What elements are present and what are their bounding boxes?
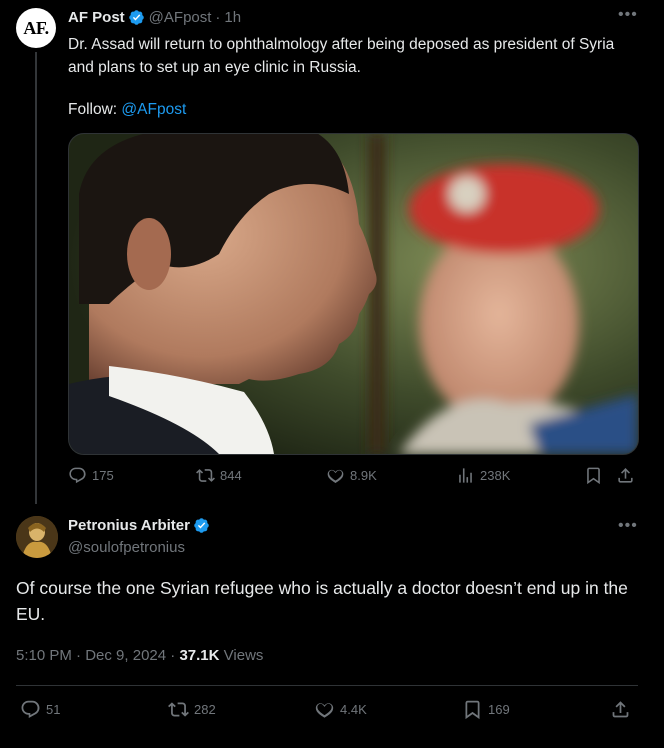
tweet-photo[interactable] [68, 133, 639, 455]
share-button[interactable] [610, 699, 636, 720]
author-handle[interactable]: @soulofpetronius [68, 539, 185, 556]
bookmark-button[interactable]: 169 [462, 699, 510, 720]
views-icon [459, 468, 472, 483]
tweet-meta: 5:10 PM · Dec 9, 2024 · 37.1K Views [16, 647, 263, 664]
photo-illustration [69, 134, 638, 454]
bookmark-button[interactable] [584, 466, 608, 485]
more-icon[interactable]: ••• [618, 517, 638, 535]
share-button[interactable] [616, 466, 640, 485]
avatar[interactable] [16, 516, 58, 558]
avatar-illustration [16, 516, 58, 558]
views-count: 37.1K [179, 647, 220, 664]
bookmark-count: 169 [488, 702, 510, 717]
views-count: 238K [480, 468, 511, 483]
tweet-header: Petronius Arbiter [68, 517, 214, 534]
author-handle[interactable]: @AFpost [149, 9, 212, 26]
bookmark-icon [587, 467, 600, 485]
like-button[interactable]: 4.4K [314, 699, 367, 720]
repost-button[interactable]: 844 [196, 466, 242, 485]
repost-button[interactable]: 282 [168, 699, 216, 720]
like-count: 8.9K [350, 468, 377, 483]
follow-link[interactable]: @AFpost [121, 101, 186, 118]
separator-dot: · [76, 647, 82, 664]
separator-dot: · [170, 647, 176, 664]
reply-button[interactable]: 51 [20, 699, 60, 720]
share-icon [618, 468, 633, 483]
bookmark-icon [465, 700, 480, 720]
tweet-text: Of course the one Syrian refugee who is … [16, 578, 628, 624]
author-name[interactable]: Petronius Arbiter [68, 517, 190, 534]
avatar[interactable]: AF. [16, 8, 56, 48]
tweet-header: AF Post @AFpost · 1h [68, 9, 241, 26]
more-icon[interactable]: ••• [618, 6, 638, 24]
reply-button[interactable]: 175 [68, 466, 114, 485]
follow-label: Follow: [68, 101, 118, 118]
repost-icon [196, 469, 215, 482]
like-count: 4.4K [340, 702, 367, 717]
repost-count: 282 [194, 702, 216, 717]
reply-icon [69, 467, 86, 484]
repost-icon [168, 702, 189, 717]
views-label: Views [223, 647, 264, 664]
tweet-actions: 175 844 8.9K 238K [68, 466, 640, 492]
views-button[interactable]: 238K [456, 466, 510, 485]
like-icon [315, 703, 334, 718]
like-icon [327, 469, 344, 483]
parent-tweet[interactable]: AF. AF Post @AFpost · 1h ••• Dr. Assad w… [0, 0, 664, 504]
author-name[interactable]: AF Post [68, 9, 125, 26]
reply-count: 51 [46, 702, 61, 717]
like-button[interactable]: 8.9K [326, 466, 377, 485]
follow-line: Follow: @AFpost [68, 98, 186, 121]
verified-badge-icon [194, 518, 209, 533]
divider [16, 685, 638, 686]
timestamp[interactable]: 1h [224, 9, 241, 26]
tweet-actions: 51 282 4.4K 169 [16, 699, 640, 725]
tweet-time[interactable]: 5:10 PM [16, 647, 72, 664]
verified-badge-icon [128, 10, 144, 25]
separator-dot: · [215, 9, 221, 26]
tweet-date[interactable]: Dec 9, 2024 [85, 647, 166, 664]
tweet-text: Dr. Assad will return to ophthalmology a… [68, 36, 615, 76]
reply-count: 175 [92, 468, 114, 483]
thread-connector-line [35, 52, 37, 504]
reply-icon [21, 700, 40, 718]
share-icon [612, 701, 629, 718]
repost-count: 844 [220, 468, 242, 483]
